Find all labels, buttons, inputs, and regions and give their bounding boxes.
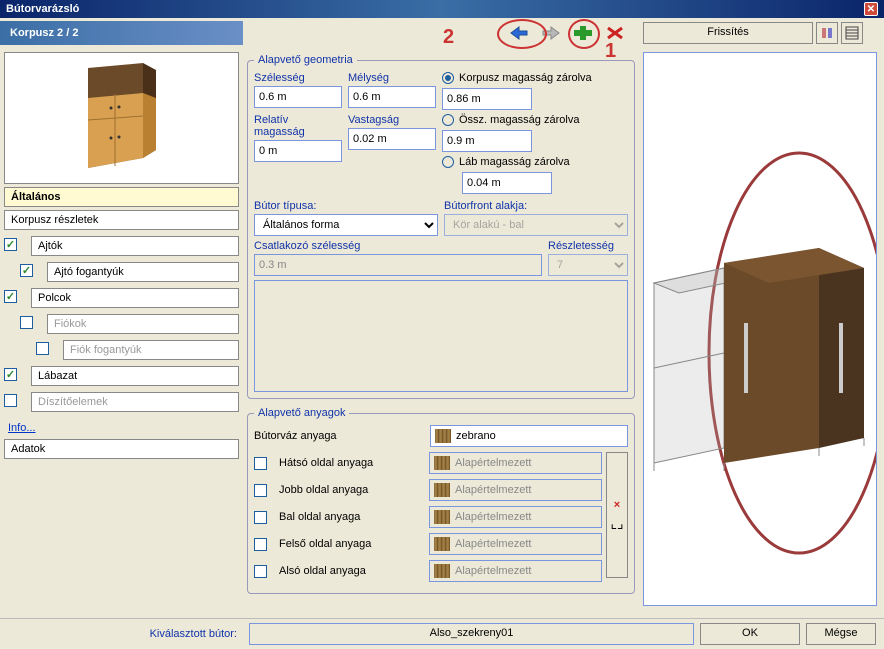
- tree-polcok[interactable]: Polcok: [31, 288, 239, 308]
- select-butorfront: Kör alakú - bal: [444, 214, 628, 236]
- input-ossz-mag[interactable]: [442, 130, 532, 152]
- chk-top-mat[interactable]: [254, 538, 267, 551]
- thumbnail: [4, 52, 239, 184]
- select-butortipus[interactable]: Általános forma: [254, 214, 438, 236]
- tree-fiok-fogantyuk[interactable]: Fiók fogantyúk: [63, 340, 239, 360]
- radio-korpusz-mag[interactable]: Korpusz magasság zárolva: [442, 72, 628, 84]
- korpusz-header: Korpusz 2 / 2: [0, 21, 243, 45]
- lbl-butortipus: Bútor típusa:: [254, 200, 438, 212]
- tree-ajtok[interactable]: Ajtók: [31, 236, 239, 256]
- select-reszl: 7: [548, 254, 628, 276]
- input-lab-mag[interactable]: [462, 172, 552, 194]
- titlebar: Bútorvarázsló ✕: [0, 0, 884, 18]
- select-right-mat: Alapértelmezett: [429, 479, 602, 501]
- input-korpusz-mag[interactable]: [442, 88, 532, 110]
- radio-ossz-mag[interactable]: Össz. magasság zárolva: [442, 114, 628, 126]
- bracket-icon: ⌞⌟: [610, 515, 623, 532]
- preview-3d[interactable]: [643, 52, 877, 606]
- lbl-back-mat: Hátsó oldal anyaga: [279, 457, 423, 469]
- annotation-circle-add: [568, 19, 600, 49]
- lbl-right-mat: Jobb oldal anyaga: [279, 484, 423, 496]
- bottombar: Kiválasztott bútor: Also_szekreny01 OK M…: [0, 618, 884, 648]
- geometry-group: Alapvető geometria Szélesség Mélység Kor…: [247, 54, 635, 399]
- lbl-vastagsag: Vastagság: [348, 114, 436, 126]
- selected-label: Kiválasztott bútor:: [8, 628, 243, 640]
- lbl-frame-mat: Bútorváz anyaga: [254, 430, 424, 442]
- toolbar: Korpusz 2 / 2 2 1 Frissítés: [0, 18, 884, 48]
- select-top-mat: Alapértelmezett: [429, 533, 602, 555]
- chk-labazat[interactable]: ✓: [4, 368, 17, 381]
- input-relmag[interactable]: [254, 140, 342, 162]
- chk-ajto-fogantyuk[interactable]: ✓: [20, 264, 33, 277]
- tool-icon-1[interactable]: [816, 22, 838, 44]
- tree-ajto-fogantyuk[interactable]: Ajtó fogantyúk: [47, 262, 239, 282]
- chk-fiokok[interactable]: [20, 316, 33, 329]
- input-szelesseg[interactable]: [254, 86, 342, 108]
- swatch-icon: [435, 429, 451, 443]
- lbl-butorfront: Bútorfront alakja:: [444, 200, 628, 212]
- tree-korpusz-reszletek[interactable]: Korpusz részletek: [4, 210, 239, 230]
- chk-diszito[interactable]: [4, 394, 17, 407]
- chk-left-mat[interactable]: [254, 511, 267, 524]
- material-side-button[interactable]: × ⌞⌟: [606, 452, 628, 578]
- chk-right-mat[interactable]: [254, 484, 267, 497]
- lbl-left-mat: Bal oldal anyaga: [279, 511, 423, 523]
- window-title: Bútorvarázsló: [6, 3, 79, 15]
- lbl-melyseg: Mélység: [348, 72, 436, 84]
- left-panel: Általános Korpusz részletek ✓ Ajtók ✓ Ajtó…: [0, 48, 243, 618]
- cancel-button[interactable]: Mégse: [806, 623, 876, 645]
- info-link[interactable]: Info...: [4, 420, 239, 436]
- radio-lab-mag[interactable]: Láb magasság zárolva: [442, 156, 628, 168]
- tool-icon-2[interactable]: [841, 22, 863, 44]
- lbl-csatl: Csatlakozó szélesség: [254, 240, 542, 252]
- input-vastagsag[interactable]: [348, 128, 436, 150]
- chk-fiok-fogantyuk[interactable]: [36, 342, 49, 355]
- select-back-mat: Alapértelmezett: [429, 452, 602, 474]
- annotation-1: 1: [605, 40, 616, 63]
- lbl-top-mat: Felső oldal anyaga: [279, 538, 423, 550]
- annotation-circle-back: [497, 19, 547, 49]
- select-frame-mat[interactable]: zebrano: [430, 425, 628, 447]
- selected-value[interactable]: Also_szekreny01: [249, 623, 694, 645]
- tree-diszito[interactable]: Díszítőelemek: [31, 392, 239, 412]
- lbl-reszl: Részletesség: [548, 240, 628, 252]
- refresh-button[interactable]: Frissítés: [643, 22, 813, 44]
- chk-back-mat[interactable]: [254, 457, 267, 470]
- chk-ajtok[interactable]: ✓: [4, 238, 17, 251]
- tree-altalanos[interactable]: Általános: [4, 187, 239, 207]
- material-legend: Alapvető anyagok: [254, 407, 349, 419]
- lbl-szelesseg: Szélesség: [254, 72, 342, 84]
- select-bottom-mat: Alapértelmezett: [429, 560, 602, 582]
- tree-adatok[interactable]: Adatok: [4, 439, 239, 459]
- mid-panel: Alapvető geometria Szélesség Mélység Kor…: [243, 48, 639, 618]
- lbl-bottom-mat: Alsó oldal anyaga: [279, 565, 423, 577]
- right-panel: [639, 48, 884, 618]
- lbl-relmag: Relatív magasság: [254, 114, 342, 138]
- annotation-2: 2: [443, 26, 454, 49]
- x-icon: ×: [614, 499, 620, 511]
- tree-labazat[interactable]: Lábazat: [31, 366, 239, 386]
- chk-bottom-mat[interactable]: [254, 565, 267, 578]
- tree-fiokok[interactable]: Fiókok: [47, 314, 239, 334]
- select-left-mat: Alapértelmezett: [429, 506, 602, 528]
- ok-button[interactable]: OK: [700, 623, 800, 645]
- geometry-legend: Alapvető geometria: [254, 54, 357, 66]
- input-melyseg[interactable]: [348, 86, 436, 108]
- chk-polcok[interactable]: ✓: [4, 290, 17, 303]
- close-icon[interactable]: ✕: [864, 2, 878, 16]
- geometry-preview-box: [254, 280, 628, 392]
- input-csatl: [254, 254, 542, 276]
- material-group: Alapvető anyagok Bútorváz anyaga zebrano…: [247, 407, 635, 594]
